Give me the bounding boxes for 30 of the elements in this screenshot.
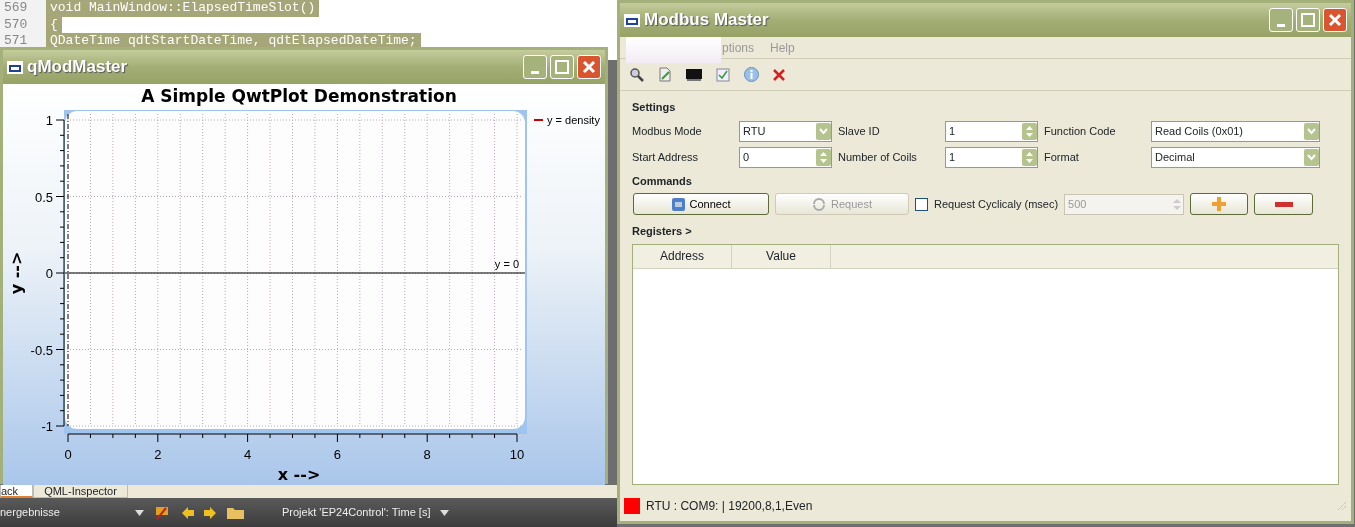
y-tick-label: 1 — [45, 113, 53, 128]
section-heading: Registers > — [632, 224, 693, 239]
y-axis-title: y --> — [7, 251, 26, 295]
line-number: 569 — [0, 0, 46, 17]
section-heading: Commands — [632, 173, 693, 189]
y-tick-label: 0.5 — [34, 189, 53, 205]
field-label: Number of Coils — [838, 149, 918, 165]
x-tick-label: 10 — [509, 447, 525, 462]
section-heading: Settings — [632, 100, 677, 115]
y-tick-label: 0 — [45, 266, 53, 281]
y-tick-label: -1 — [41, 419, 53, 434]
field-label: Modbus Mode — [632, 123, 703, 139]
field-label: Format — [1044, 149, 1080, 165]
x-axis-title: x --> — [277, 465, 321, 484]
chart-title: A Simple QwtPlot Demonstration — [141, 86, 457, 106]
marker-label: y = 0 — [494, 258, 519, 270]
x-tick-label: 8 — [423, 447, 431, 462]
x-tick-label: 0 — [64, 447, 72, 462]
window-title: Modbus Master — [644, 9, 769, 32]
checkbox-label: Request Cyclicaly (msec) — [934, 196, 1059, 212]
x-tick-label: 6 — [333, 447, 341, 462]
field-label: Function Code — [1044, 123, 1117, 139]
x-tick-label: 4 — [244, 447, 252, 462]
legend-label: y = density — [547, 114, 600, 126]
window-title: qModMaster — [27, 56, 128, 79]
status-text: RTU : COM9: | 19200,8,1,Even — [646, 498, 813, 515]
field-label: Slave ID — [838, 123, 881, 139]
field-label: Start Address — [632, 149, 700, 165]
y-tick-label: -0.5 — [30, 342, 53, 358]
x-tick-label: 2 — [154, 447, 162, 462]
